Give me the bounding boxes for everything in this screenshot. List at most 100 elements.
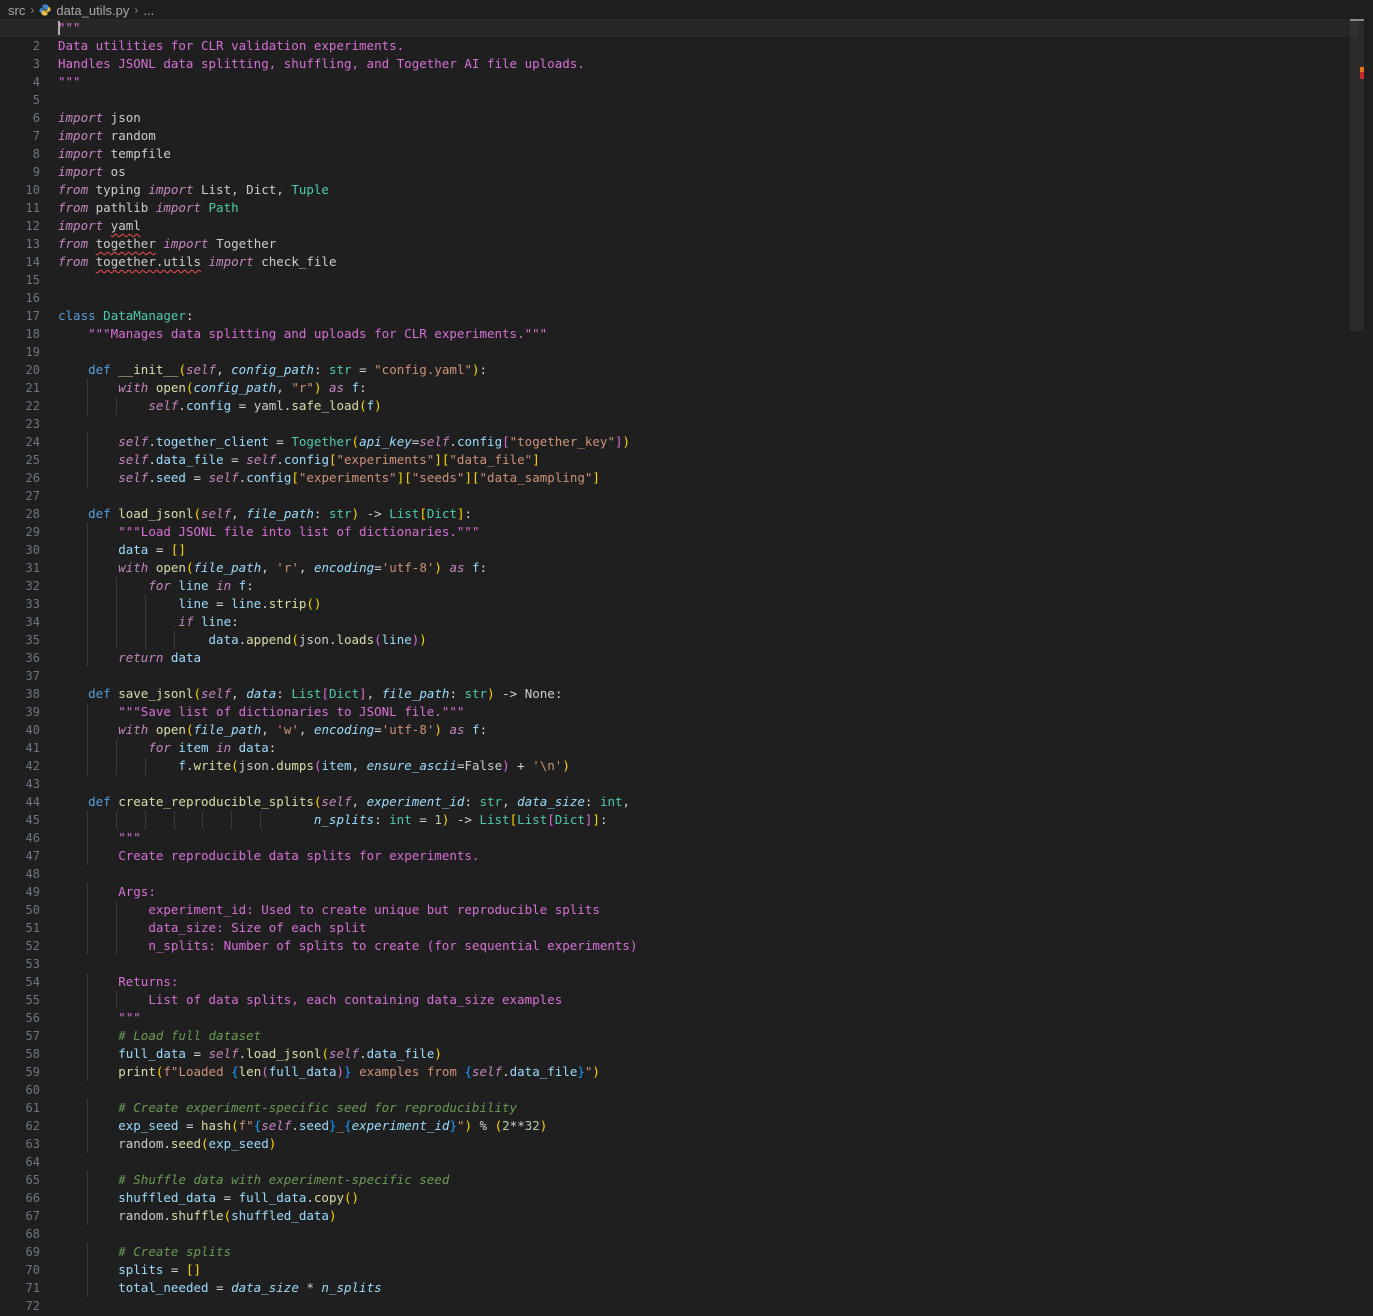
code-line[interactable]: if line: <box>58 613 1359 631</box>
code-token: [ <box>547 812 555 827</box>
code-line[interactable]: n_splits: Number of splits to create (fo… <box>58 937 1359 955</box>
code-line[interactable]: self.seed = self.config["experiments"]["… <box>58 469 1359 487</box>
code-line[interactable] <box>58 343 1359 361</box>
code-line[interactable] <box>58 775 1359 793</box>
code-line[interactable]: import yaml <box>58 217 1359 235</box>
code-line[interactable]: for item in data: <box>58 739 1359 757</box>
code-area[interactable]: """ Data utilities for CLR validation exp… <box>0 19 1368 1315</box>
code-line[interactable] <box>58 415 1359 433</box>
code-line[interactable]: with open(config_path, "r") as f: <box>58 379 1359 397</box>
code-line[interactable]: random.shuffle(shuffled_data) <box>58 1207 1359 1225</box>
code-line[interactable] <box>58 955 1359 973</box>
code-line[interactable]: Returns: <box>58 973 1359 991</box>
code-line[interactable]: from together import Together <box>58 235 1359 253</box>
code-line[interactable]: """ <box>58 1009 1359 1027</box>
breadcrumb-folder[interactable]: src <box>8 3 25 18</box>
line-number: 29 <box>25 525 40 539</box>
code-line[interactable]: import random <box>58 127 1359 145</box>
breadcrumb-more[interactable]: ... <box>143 3 154 18</box>
code-line[interactable]: from together.utils import check_file <box>58 253 1359 271</box>
code-line[interactable]: Args: <box>58 883 1359 901</box>
code-line[interactable] <box>58 289 1359 307</box>
code-line[interactable]: splits = [] <box>58 1261 1359 1279</box>
code-line[interactable]: for line in f: <box>58 577 1359 595</box>
code-token: ** <box>509 1118 525 1133</box>
code-line[interactable]: def save_jsonl(self, data: List[Dict], f… <box>58 685 1359 703</box>
code-line[interactable]: Create reproducible data splits for expe… <box>58 847 1359 865</box>
vertical-scrollbar-thumb[interactable] <box>1350 19 1364 331</box>
breadcrumb-file[interactable]: data_utils.py <box>56 3 129 18</box>
code-token: ] <box>359 686 367 701</box>
code-line[interactable]: class DataManager: <box>58 307 1359 325</box>
code-token: ( <box>261 1064 269 1079</box>
code-line[interactable]: data_size: Size of each split <box>58 919 1359 937</box>
code-token: check_file <box>253 254 337 269</box>
code-line[interactable]: return data <box>58 649 1359 667</box>
code-line[interactable]: data = [] <box>58 541 1359 559</box>
code-line[interactable]: import json <box>58 109 1359 127</box>
code-line[interactable]: """Save list of dictionaries to JSONL fi… <box>58 703 1359 721</box>
code-line[interactable]: Handles JSONL data splitting, shuffling,… <box>58 55 1359 73</box>
code-line[interactable]: f.write(json.dumps(item, ensure_ascii=Fa… <box>58 757 1359 775</box>
code-line[interactable]: """ <box>0 19 1368 37</box>
code-line[interactable]: def create_reproducible_splits(self, exp… <box>58 793 1359 811</box>
code-line[interactable] <box>58 667 1359 685</box>
code-line[interactable]: # Load full dataset <box>58 1027 1359 1045</box>
indent-guide <box>86 937 88 955</box>
code-line[interactable] <box>58 865 1359 883</box>
code-line[interactable]: def __init__(self, config_path: str = "c… <box>58 361 1359 379</box>
code-line[interactable]: print(f"Loaded {len(full_data)} examples… <box>58 1063 1359 1081</box>
code-line[interactable]: shuffled_data = full_data.copy() <box>58 1189 1359 1207</box>
code-token: self <box>118 434 149 449</box>
code-line[interactable]: full_data = self.load_jsonl(self.data_fi… <box>58 1045 1359 1063</box>
code-line[interactable]: """ <box>58 73 1359 91</box>
code-token: item <box>321 758 352 773</box>
code-token: DataManager <box>103 308 186 323</box>
code-token: ( <box>185 722 194 737</box>
code-line[interactable]: with open(file_path, 'w', encoding='utf-… <box>58 721 1359 739</box>
code-line[interactable]: self.together_client = Together(api_key=… <box>58 433 1359 451</box>
code-line[interactable]: random.seed(exp_seed) <box>58 1135 1359 1153</box>
code-line[interactable]: n_splits: int = 1) -> List[List[Dict]]: <box>58 811 1359 829</box>
code-line[interactable]: Data utilities for CLR validation experi… <box>58 37 1359 55</box>
code-line[interactable]: self.data_file = self.config["experiment… <box>58 451 1359 469</box>
code-line[interactable]: total_needed = data_size * n_splits <box>58 1279 1359 1297</box>
code-line[interactable]: exp_seed = hash(f"{self.seed}_{experimen… <box>58 1117 1359 1135</box>
code-line[interactable] <box>58 1297 1359 1315</box>
code-line[interactable]: self.config = yaml.safe_load(f) <box>58 397 1359 415</box>
code-line[interactable]: experiment_id: Used to create unique but… <box>58 901 1359 919</box>
code-token: ( <box>321 1046 329 1061</box>
code-line[interactable]: data.append(json.loads(line)) <box>58 631 1359 649</box>
code-line[interactable]: from pathlib import Path <box>58 199 1359 217</box>
code-line[interactable]: List of data splits, each containing dat… <box>58 991 1359 1009</box>
code-line[interactable] <box>58 1153 1359 1171</box>
line-number: 5 <box>32 93 40 107</box>
code-line[interactable] <box>58 1225 1359 1243</box>
code-token: , <box>366 686 382 701</box>
code-editor[interactable]: 1234567891011121314151617181920212223242… <box>0 19 1373 1316</box>
code-line[interactable] <box>58 91 1359 109</box>
code-line[interactable] <box>58 487 1359 505</box>
code-token: ensure_ascii <box>366 758 457 773</box>
code-token: [ <box>472 470 480 485</box>
indent-guide <box>86 577 88 595</box>
code-line[interactable]: import tempfile <box>58 145 1359 163</box>
code-line[interactable]: def load_jsonl(self, file_path: str) -> … <box>58 505 1359 523</box>
code-line[interactable]: line = line.strip() <box>58 595 1359 613</box>
code-line[interactable]: """Manages data splitting and uploads fo… <box>58 325 1359 343</box>
code-line[interactable]: from typing import List, Dict, Tuple <box>58 181 1359 199</box>
code-line[interactable]: """ <box>58 829 1359 847</box>
line-number: 14 <box>25 255 40 269</box>
code-line[interactable]: # Create experiment-specific seed for re… <box>58 1099 1359 1117</box>
code-line[interactable] <box>58 271 1359 289</box>
code-line[interactable]: # Shuffle data with experiment-specific … <box>58 1171 1359 1189</box>
code-line[interactable]: with open(file_path, 'r', encoding='utf-… <box>58 559 1359 577</box>
code-line[interactable]: """Load JSONL file into list of dictiona… <box>58 523 1359 541</box>
code-line[interactable]: import os <box>58 163 1359 181</box>
code-line[interactable]: # Create splits <box>58 1243 1359 1261</box>
code-line[interactable] <box>58 1081 1359 1099</box>
